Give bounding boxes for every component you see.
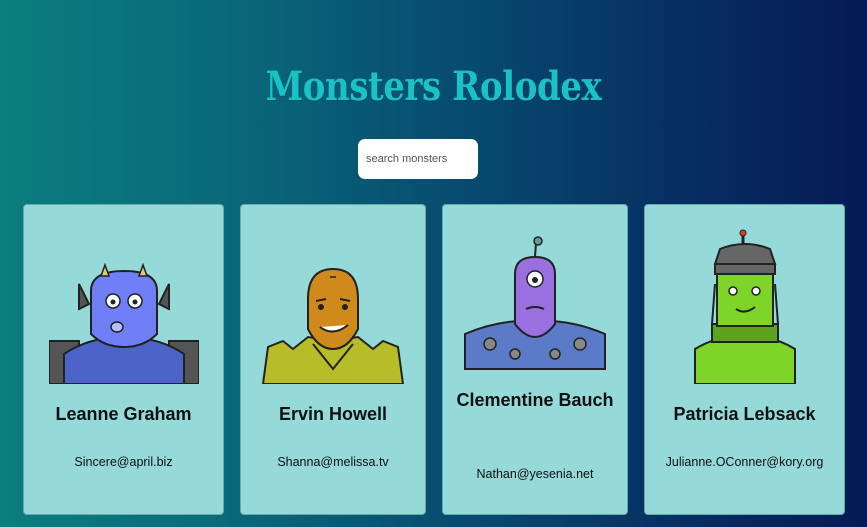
monster-avatar (464, 236, 606, 370)
monster-avatar (48, 262, 199, 384)
monster-avatar (261, 267, 405, 384)
monster-card[interactable]: Leanne Graham Sincere@april.biz (23, 204, 224, 515)
monster-email: Sincere@april.biz (74, 455, 173, 469)
monster-card[interactable]: Patricia Lebsack Julianne.OConner@kory.o… (644, 204, 845, 515)
search-input[interactable] (358, 139, 478, 179)
monster-card[interactable]: Clementine Bauch Nathan@yesenia.net (442, 204, 628, 515)
page-title: Monsters Rolodex (265, 62, 602, 110)
monster-name: Leanne Graham (55, 404, 192, 424)
monster-name: Clementine Bauch (456, 390, 614, 410)
monster-card[interactable]: Ervin Howell Shanna@melissa.tv (240, 204, 426, 515)
monster-name: Patricia Lebsack (673, 404, 816, 424)
monster-avatar (693, 229, 796, 384)
monster-email: Shanna@melissa.tv (277, 455, 389, 469)
monster-email: Julianne.OConner@kory.org (665, 455, 824, 469)
monster-name: Ervin Howell (278, 404, 388, 424)
monster-email: Nathan@yesenia.net (476, 467, 594, 481)
